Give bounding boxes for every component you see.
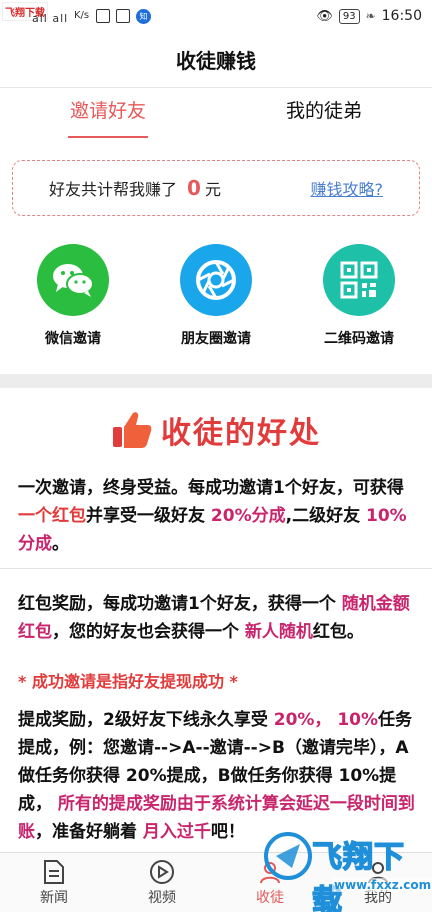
tab-bar: 邀请好友 我的徒弟: [0, 88, 432, 140]
p1-highlight-20: 20%分成: [205, 506, 286, 526]
earnings-unit: 元: [204, 180, 221, 199]
p3-highlight-percent: 20%， 10%: [267, 710, 379, 730]
page-title: 收徒赚钱: [176, 49, 256, 73]
earnings-label: 好友共计帮我赚了: [49, 180, 178, 199]
video-icon: [149, 859, 175, 885]
battery-icon: 93: [338, 8, 360, 24]
nav-news-label: 新闻: [40, 890, 68, 906]
p1-text-a: 一次邀请，终身受益。每成功邀请1个好友，可获得: [18, 478, 404, 498]
p3-text-g: 吧！: [210, 822, 245, 842]
p3-highlight-income: 月入过千: [137, 822, 211, 842]
page-header: 收徒赚钱: [0, 34, 432, 88]
app-screen: 飞翔下载 all all K/s 知 👁 93 ❧ 16:50 收徒赚钱 邀请好…: [0, 0, 432, 912]
success-note: * 成功邀请是指好友提现成功 *: [18, 672, 238, 691]
signal-icon: all all: [32, 12, 69, 25]
moments-icon: [180, 244, 252, 316]
qrcode-invite-button[interactable]: 二维码邀请: [304, 244, 414, 348]
earning-guide-link[interactable]: 赚钱攻略?: [311, 176, 384, 200]
p2-text-a: 红包奖励，每成功邀请1个好友，获得一个: [18, 594, 336, 614]
p3-text-a: 提成奖励，2级好友下线永久享受: [18, 710, 268, 730]
qrcode-invite-label: 二维码邀请: [324, 331, 394, 347]
leaf-icon: ❧: [365, 9, 376, 23]
invite-options: 微信邀请 朋友圈邀请 二维码邀请: [0, 244, 432, 356]
benefit-paragraph-3: 提成奖励，2级好友下线永久享受 20%， 10%任务提成，例：您邀请-->A--…: [18, 706, 416, 846]
p2-text-c: ，您的好友也会获得一个: [52, 622, 239, 642]
earnings-amount: 0: [187, 176, 201, 200]
paragraph-separator: [0, 568, 432, 569]
benefit-paragraph-1: 一次邀请，终身受益。每成功邀请1个好友，可获得 一个红包并享受一级好友 20%分…: [18, 474, 416, 558]
benefits-title: 收徒的好处: [161, 416, 321, 451]
nav-video-label: 视频: [148, 890, 176, 906]
nav-news[interactable]: 新闻: [0, 853, 108, 912]
watermark-text: 飞翔下载: [311, 839, 405, 912]
eye-icon: 👁: [316, 8, 333, 24]
qrcode-icon: [323, 244, 395, 316]
zhihu-icon: 知: [136, 9, 151, 24]
tab-invite-friends[interactable]: 邀请好友: [0, 88, 216, 140]
clock: 16:50: [381, 8, 422, 24]
p2-highlight-newbie: 新人随机: [239, 622, 313, 642]
thumbs-up-icon: [113, 412, 152, 448]
news-icon: [41, 859, 67, 885]
download-icon: [116, 9, 130, 23]
section-divider: [0, 374, 432, 388]
moments-invite-button[interactable]: 朋友圈邀请: [161, 244, 271, 348]
image-icon: [96, 9, 110, 23]
nav-video[interactable]: 视频: [108, 853, 216, 912]
p1-text-e: ,二级好友: [285, 506, 361, 526]
benefits-heading: 收徒的好处: [0, 398, 432, 462]
watermark-logo-icon: [264, 832, 312, 880]
wechat-invite-button[interactable]: 微信邀请: [18, 244, 128, 348]
tab-my-apprentices[interactable]: 我的徒弟: [216, 88, 432, 140]
p1-text-c: 并享受一级好友: [86, 506, 205, 526]
p3-text-e: ，准备好躺着: [35, 822, 137, 842]
earnings-summary: 好友共计帮我赚了 0 元 赚钱攻略?: [12, 160, 420, 216]
status-right: 👁 93 ❧ 16:50: [316, 8, 422, 24]
status-bar: 飞翔下载 all all K/s 知 👁 93 ❧ 16:50: [0, 0, 432, 34]
p1-text-g: 。: [52, 534, 69, 554]
moments-invite-label: 朋友圈邀请: [181, 331, 251, 347]
benefit-paragraph-2: 红包奖励，每成功邀请1个好友，获得一个 随机金额红包，您的好友也会获得一个 新人…: [18, 590, 416, 646]
p2-text-e: 红包。: [312, 622, 364, 642]
network-speed: K/s: [74, 10, 90, 21]
wechat-invite-label: 微信邀请: [45, 331, 101, 347]
p1-highlight-redpacket: 一个红包: [18, 506, 86, 526]
watermark: 飞翔下载 www.fxxz.com: [262, 826, 432, 912]
watermark-url: www.fxxz.com: [332, 878, 432, 892]
wechat-icon: [37, 244, 109, 316]
